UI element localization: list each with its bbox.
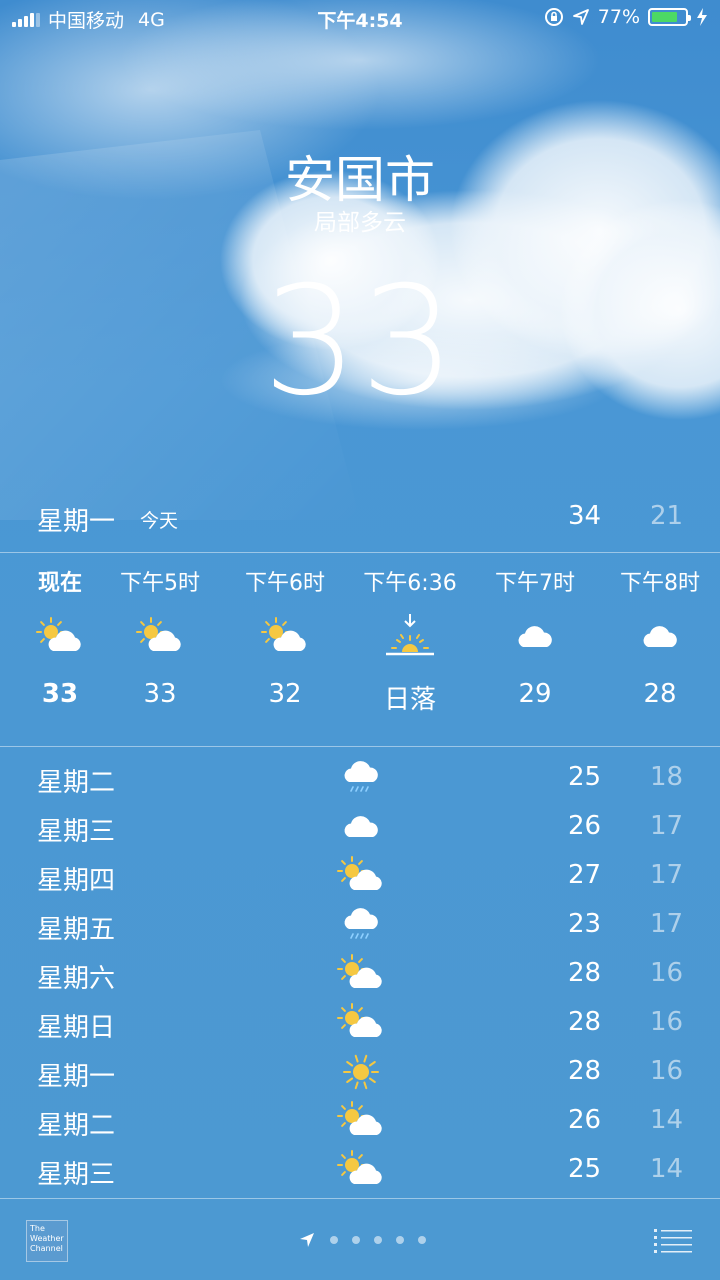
logo-line: Weather	[30, 1234, 64, 1243]
daily-row: 星期日 28 16	[0, 1003, 720, 1052]
rain-icon	[331, 758, 391, 798]
logo-line: Channel	[30, 1244, 63, 1253]
location-arrow-icon	[572, 9, 589, 25]
partly-cloudy-icon	[331, 1101, 391, 1141]
today-row: 星期一 今天 34 21	[0, 495, 720, 539]
daily-high: 27	[568, 860, 602, 890]
partly-cloudy-icon	[225, 607, 345, 667]
daily-high: 23	[568, 909, 602, 939]
hourly-time: 下午5时	[120, 571, 200, 596]
cloud-icon	[331, 807, 391, 847]
partly-cloudy-icon	[331, 1003, 391, 1043]
daily-day: 星期六	[37, 964, 116, 994]
status-bar: 中国移动 4G 下午4:54 77%	[0, 0, 720, 36]
hourly-value: 28	[643, 679, 677, 709]
location-arrow-icon[interactable]	[298, 1231, 316, 1249]
daily-day: 星期二	[37, 768, 116, 798]
daily-low: 16	[650, 958, 684, 988]
hourly-item: 下午8时 28	[600, 553, 720, 709]
daily-high: 26	[568, 1105, 602, 1135]
hourly-value: 32	[268, 679, 302, 709]
hourly-time: 下午7时	[495, 571, 575, 596]
sun-icon	[331, 1052, 391, 1092]
battery-icon	[648, 8, 691, 26]
cloud-icon	[475, 607, 595, 667]
hourly-forecast[interactable]: 现在 33 下午5时 33 下午6时 32 下午6:36 日落 下午7时 29 …	[0, 553, 720, 745]
page-indicator[interactable]	[298, 1231, 426, 1249]
daily-day: 星期一	[37, 1062, 116, 1092]
daily-day: 星期五	[37, 915, 116, 945]
daily-day: 星期二	[37, 1111, 116, 1141]
daily-row: 星期四 27 17	[0, 856, 720, 905]
daily-row: 星期二 26 14	[0, 1101, 720, 1150]
daily-row: 星期二 25 18	[0, 758, 720, 807]
rain-icon	[331, 905, 391, 945]
daily-row: 星期一 28 16	[0, 1052, 720, 1101]
daily-forecast[interactable]: 星期二 25 18 星期三 26 17 星期四 27 17 星期五 23 17 …	[0, 758, 720, 1199]
hourly-value: 33	[143, 679, 177, 709]
hourly-value: 29	[518, 679, 552, 709]
daily-low: 16	[650, 1007, 684, 1037]
daily-high: 25	[568, 1154, 602, 1184]
daily-high: 28	[568, 1056, 602, 1086]
page-dot[interactable]	[330, 1236, 338, 1244]
daily-row: 星期五 23 17	[0, 905, 720, 954]
page-dot[interactable]	[374, 1236, 382, 1244]
daily-low: 17	[650, 860, 684, 890]
city-name: 安国市	[285, 151, 435, 209]
partly-cloudy-icon	[100, 607, 220, 667]
daily-low: 14	[650, 1154, 684, 1184]
charging-bolt-icon	[697, 8, 707, 26]
page-dot[interactable]	[418, 1236, 426, 1244]
list-icon[interactable]	[654, 1227, 692, 1255]
daily-high: 28	[568, 958, 602, 988]
hourly-time: 下午6时	[245, 571, 325, 596]
today-day: 星期一	[37, 507, 116, 537]
daily-low: 14	[650, 1105, 684, 1135]
daily-high: 28	[568, 1007, 602, 1037]
today-label: 今天	[140, 510, 179, 532]
hourly-item: 下午5时 33	[100, 553, 220, 709]
bottom-toolbar: The Weather Channel	[0, 1203, 720, 1280]
partly-cloudy-icon	[331, 954, 391, 994]
hourly-time: 下午8时	[620, 571, 700, 596]
daily-row: 星期三 26 17	[0, 807, 720, 856]
daily-high: 25	[568, 762, 602, 792]
weather-condition: 局部多云	[314, 210, 406, 236]
sunset-icon	[350, 607, 470, 667]
battery-percent: 77%	[597, 6, 640, 28]
daily-day: 星期日	[37, 1013, 116, 1043]
logo-line: The	[30, 1224, 45, 1233]
daily-day: 星期三	[37, 817, 116, 847]
partly-cloudy-icon	[331, 1150, 391, 1190]
page-dot[interactable]	[396, 1236, 404, 1244]
today-high: 34	[568, 501, 602, 531]
divider	[0, 1198, 720, 1199]
daily-low: 18	[650, 762, 684, 792]
daily-row: 星期六 28 16	[0, 954, 720, 1003]
hourly-value: 日落	[383, 685, 436, 715]
hourly-item: 下午6时 32	[225, 553, 345, 709]
today-low: 21	[650, 501, 684, 531]
daily-high: 26	[568, 811, 602, 841]
weather-channel-logo[interactable]: The Weather Channel	[26, 1220, 68, 1262]
hourly-time: 下午6:36	[363, 571, 457, 596]
orientation-lock-icon	[544, 8, 563, 26]
daily-row: 星期三 25 14	[0, 1150, 720, 1199]
divider	[0, 746, 720, 747]
daily-low: 17	[650, 909, 684, 939]
hourly-item: 下午6:36 日落	[350, 553, 470, 716]
partly-cloudy-icon	[331, 856, 391, 896]
page-dot[interactable]	[352, 1236, 360, 1244]
daily-day: 星期三	[37, 1160, 116, 1190]
daily-low: 17	[650, 811, 684, 841]
hourly-item: 下午7时 29	[475, 553, 595, 709]
daily-day: 星期四	[37, 866, 116, 896]
current-temperature: 33	[262, 255, 458, 429]
daily-low: 16	[650, 1056, 684, 1086]
cloud-icon	[600, 607, 720, 667]
